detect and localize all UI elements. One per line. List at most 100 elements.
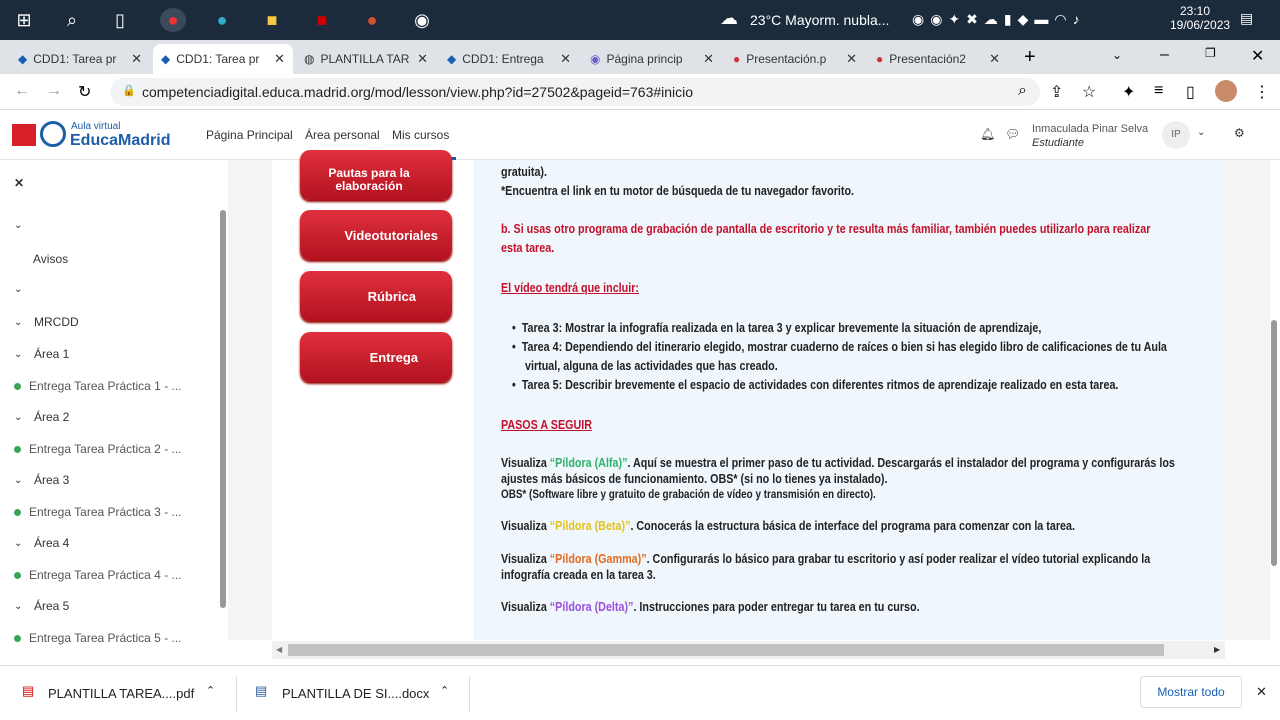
- close-icon[interactable]: ✕: [560, 51, 571, 67]
- videotutoriales-button[interactable]: Videotutoriales: [300, 210, 452, 260]
- tray-icons[interactable]: ◉◉✦✖☁▮◆▬◠♪: [912, 11, 1086, 28]
- user-avatar[interactable]: IP: [1162, 121, 1190, 149]
- tab[interactable]: ● Presentación.p ✕: [725, 44, 865, 74]
- zoom-icon[interactable]: ⌕: [1018, 82, 1027, 100]
- pildora-beta-link[interactable]: “Píldora (Beta)”: [550, 519, 631, 533]
- chevron-up-icon[interactable]: ⌃: [206, 684, 215, 697]
- close-window-button[interactable]: ✕: [1251, 46, 1264, 66]
- download-item[interactable]: PLANTILLA TAREA....pdf: [48, 686, 194, 701]
- forward-button[interactable]: →: [46, 82, 62, 100]
- gear-icon[interactable]: ⚙: [1234, 126, 1245, 140]
- notifications-icon[interactable]: ▤: [1240, 10, 1253, 27]
- weather-text[interactable]: 23°C Mayorm. nubla...: [750, 12, 889, 28]
- chevron-down-icon: ⌄: [14, 537, 23, 549]
- pildora-gamma-link[interactable]: “Píldora (Gamma)”: [550, 552, 647, 566]
- minimize-button[interactable]: –: [1160, 46, 1169, 64]
- sidebar-section[interactable]: ⌄ Área 5: [0, 599, 215, 613]
- profile-avatar[interactable]: [1215, 80, 1237, 102]
- divider: [469, 676, 470, 712]
- tab[interactable]: ◍ PLANTILLA TAR ✕: [296, 44, 436, 74]
- section-toggle[interactable]: ⌄: [0, 284, 215, 295]
- show-all-button[interactable]: Mostrar todo: [1140, 676, 1242, 708]
- sidebar-item[interactable]: Entrega Tarea Práctica 3 - ...: [0, 505, 215, 519]
- bookmark-star-icon[interactable]: ☆: [1082, 82, 1096, 102]
- obs-icon[interactable]: ◉: [410, 8, 434, 32]
- sidebar-item-avisos[interactable]: Avisos: [0, 252, 215, 266]
- close-icon[interactable]: ✕: [1256, 684, 1267, 700]
- close-drawer-icon[interactable]: ✕: [14, 176, 24, 190]
- search-icon[interactable]: ⌕: [60, 8, 84, 32]
- sidebar-item-label: Avisos: [33, 252, 69, 266]
- tab-active[interactable]: ◆ CDD1: Tarea pr ✕: [153, 44, 293, 74]
- bell-icon[interactable]: 🔔︎: [980, 127, 995, 141]
- back-button[interactable]: ←: [14, 82, 30, 100]
- side-panel-icon[interactable]: ▯: [1186, 82, 1195, 102]
- tab-search-icon[interactable]: ⌄: [1112, 48, 1122, 62]
- url-input[interactable]: 🔒 competenciadigital.educa.madrid.org/mod…: [110, 78, 1040, 106]
- file-explorer-icon[interactable]: ■: [260, 8, 284, 32]
- chrome-icon[interactable]: ●: [160, 8, 186, 32]
- new-tab-button[interactable]: +: [1024, 46, 1036, 69]
- sidebar-item-label: Área 1: [34, 347, 70, 361]
- close-icon[interactable]: ✕: [131, 51, 142, 67]
- task-view-icon[interactable]: ▯: [108, 8, 132, 32]
- date: 19/06/2023: [1170, 18, 1231, 32]
- paragraph-red: b. Si usas otro programa de grabación de…: [501, 222, 1151, 236]
- chevron-up-icon[interactable]: ⌃: [440, 684, 449, 697]
- sidebar-section-mrcdd[interactable]: ⌄ MRCDD: [0, 315, 215, 329]
- tab-label: PLANTILLA TAR: [320, 52, 410, 66]
- tab[interactable]: ◉ Página princip ✕: [582, 44, 722, 74]
- nav-mis-cursos[interactable]: Mis cursos: [392, 128, 449, 142]
- close-icon[interactable]: ✕: [417, 51, 428, 67]
- sidebar-item[interactable]: Entrega Tarea Práctica 2 - ...: [0, 442, 215, 456]
- reload-button[interactable]: ↻: [78, 82, 91, 102]
- sidebar-scrollbar[interactable]: [220, 210, 226, 608]
- close-icon[interactable]: ✕: [703, 51, 714, 67]
- tab[interactable]: ● Presentación2 ✕: [868, 44, 1008, 74]
- pildora-delta-link[interactable]: “Píldora (Delta)”: [550, 600, 634, 614]
- sidebar-item[interactable]: Entrega Tarea Práctica 1 - ...: [0, 379, 215, 393]
- acrobat-icon[interactable]: ■: [310, 8, 334, 32]
- step-text: ajustes más básicos de funcionamiento. O…: [501, 472, 888, 486]
- sidebar-item[interactable]: Entrega Tarea Práctica 4 - ...: [0, 568, 215, 582]
- close-icon[interactable]: ✕: [989, 51, 1000, 67]
- edge-icon[interactable]: ●: [210, 8, 234, 32]
- menu-icon[interactable]: ⋮: [1254, 82, 1270, 102]
- logo-text[interactable]: EducaMadrid: [70, 132, 170, 150]
- scrollbar-thumb[interactable]: [288, 644, 1164, 656]
- user-name[interactable]: Inmaculada Pinar Selva: [1032, 123, 1148, 135]
- tab[interactable]: ◆ CDD1: Entrega ✕: [439, 44, 579, 74]
- sidebar-item[interactable]: Entrega Tarea Práctica 5 - ...: [0, 631, 215, 645]
- scroll-left-icon[interactable]: ◀: [276, 645, 282, 654]
- powerpoint-icon[interactable]: ●: [360, 8, 384, 32]
- sidebar-section[interactable]: ⌄ Área 3: [0, 473, 215, 487]
- time: 23:10: [1179, 4, 1211, 18]
- download-item[interactable]: PLANTILLA DE SI....docx: [282, 686, 429, 701]
- nav-pagina-principal[interactable]: Página Principal: [206, 128, 293, 142]
- clock[interactable]: 23:10 19/06/2023: [1170, 4, 1231, 32]
- page-scrollbar[interactable]: [1271, 320, 1277, 566]
- close-icon[interactable]: ✕: [274, 51, 285, 67]
- pautas-button[interactable]: Pautas para la elaboración: [300, 150, 452, 200]
- tab[interactable]: ◆ CDD1: Tarea pr ✕: [10, 44, 150, 74]
- sidebar-section[interactable]: ⌄ Área 4: [0, 536, 215, 550]
- restore-button[interactable]: ❐: [1205, 46, 1216, 60]
- entrega-button[interactable]: Entrega: [300, 332, 452, 382]
- rubrica-button[interactable]: Rúbrica: [300, 271, 452, 321]
- extensions-icon[interactable]: ✦: [1122, 82, 1135, 102]
- reading-list-icon[interactable]: ≡: [1154, 82, 1163, 100]
- pildora-alfa-link[interactable]: “Píldora (Alfa)”: [550, 456, 628, 470]
- sidebar-section[interactable]: ⌄ Área 1: [0, 347, 215, 361]
- sidebar-section[interactable]: ⌄ Área 2: [0, 410, 215, 424]
- chevron-down-icon: ⌄: [14, 474, 23, 486]
- share-icon[interactable]: ⇪: [1050, 82, 1063, 102]
- horizontal-scrollbar[interactable]: ◀ ▶: [272, 641, 1225, 659]
- chevron-down-icon[interactable]: ⌄: [1197, 127, 1205, 138]
- sidebar-item-label: Área 4: [34, 536, 70, 550]
- close-icon[interactable]: ✕: [846, 51, 857, 67]
- section-toggle[interactable]: ⌄: [0, 220, 215, 231]
- chat-icon[interactable]: 💬︎: [1005, 127, 1020, 141]
- nav-area-personal[interactable]: Área personal: [305, 128, 380, 142]
- scroll-right-icon[interactable]: ▶: [1214, 645, 1220, 654]
- windows-start-icon[interactable]: ⊞: [12, 8, 36, 32]
